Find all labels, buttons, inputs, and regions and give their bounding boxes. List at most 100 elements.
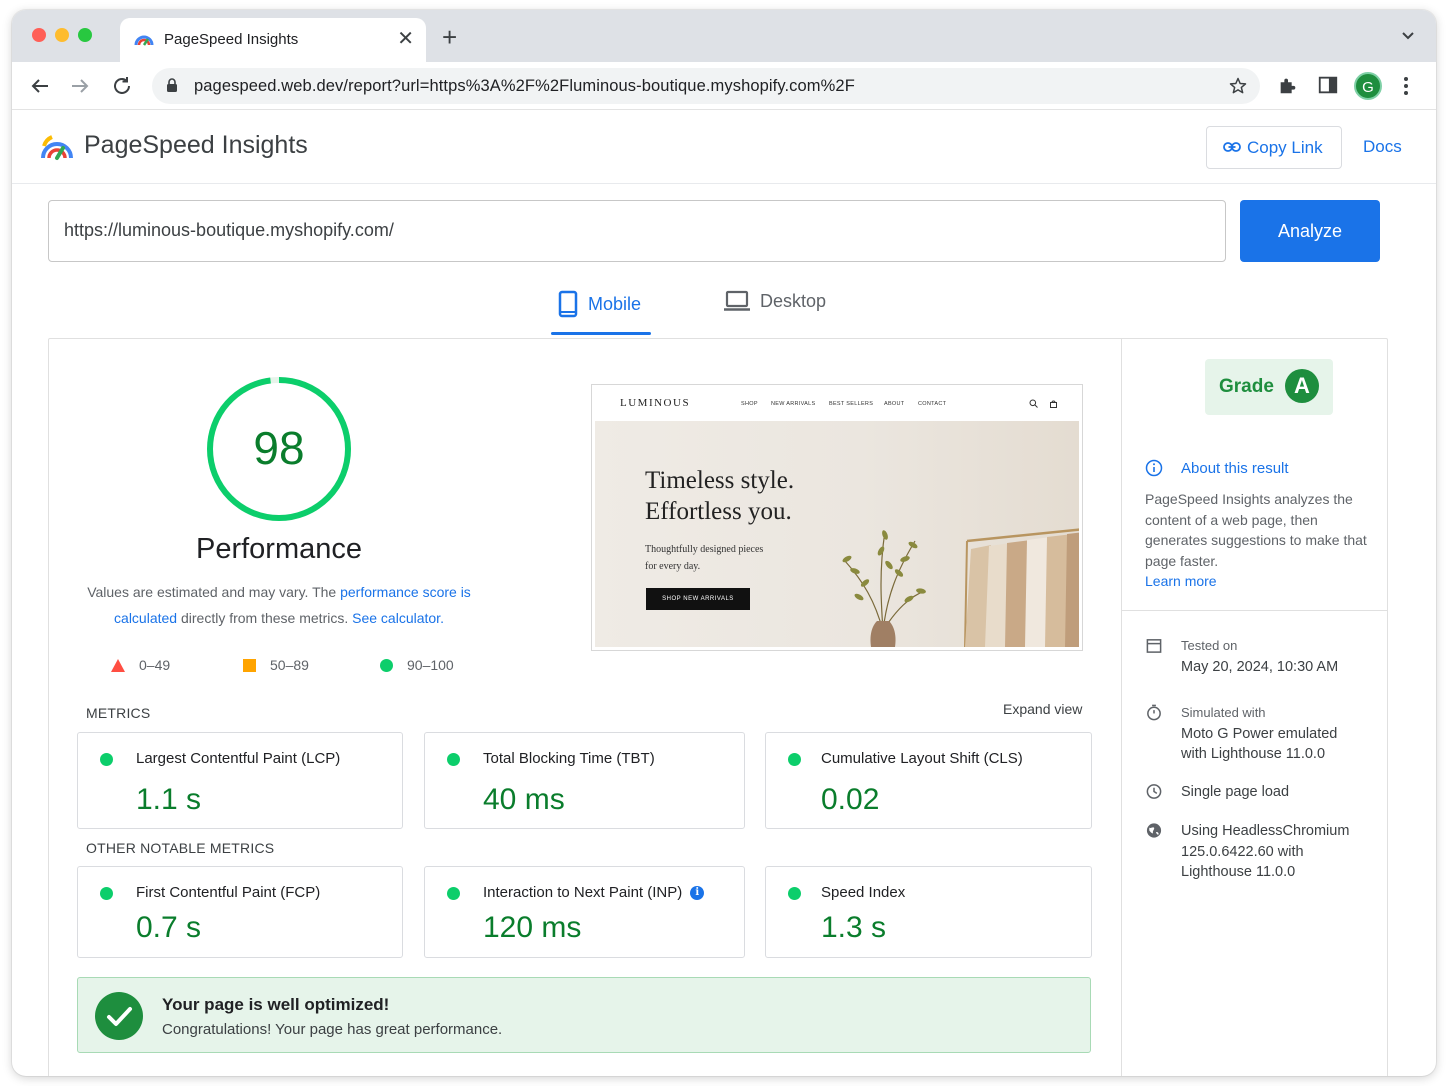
grade-letter: A — [1285, 369, 1319, 403]
chevron-down-icon[interactable] — [1400, 28, 1416, 44]
new-tab-icon[interactable]: + — [442, 24, 457, 50]
screenshot-menu-item: SHOP — [741, 401, 758, 407]
performance-label: Performance — [195, 533, 362, 565]
other-metrics-heading: OTHER NOTABLE METRICS — [86, 840, 275, 856]
maximize-window-button[interactable] — [78, 28, 92, 42]
learn-more-link[interactable]: Learn more — [1145, 571, 1373, 592]
green-circle-icon — [380, 658, 393, 672]
see-calculator-link[interactable]: See calculator. — [352, 610, 444, 626]
extensions-puzzle-icon[interactable] — [1277, 74, 1299, 96]
address-bar[interactable]: pagespeed.web.dev/report?url=https%3A%2F… — [152, 68, 1260, 104]
metric-card-fcp[interactable]: First Contentful Paint (FCP) 0.7 s — [77, 866, 403, 958]
screenshot-brand: LUMINOUS — [620, 397, 691, 409]
about-result-link[interactable]: About this result — [1145, 459, 1289, 477]
simulated-info: Simulated with Moto G Power emulated wit… — [1145, 703, 1375, 765]
tested-on-value: May 20, 2024, 10:30 AM — [1181, 658, 1339, 675]
metric-value: 0.7 s — [136, 911, 202, 944]
docs-link[interactable]: Docs — [1363, 137, 1402, 157]
active-tab-indicator — [551, 332, 651, 335]
about-text: PageSpeed Insights analyzes the content … — [1145, 491, 1367, 569]
metric-name-text: First Contentful Paint (FCP) — [136, 884, 321, 901]
profile-avatar[interactable]: G — [1354, 72, 1382, 100]
lock-icon[interactable] — [166, 78, 178, 93]
link-icon — [1223, 142, 1241, 152]
screenshot-bag-icon — [1050, 400, 1057, 408]
about-result-text: PageSpeed Insights analyzes the content … — [1145, 489, 1373, 592]
side-panel-icon[interactable] — [1317, 74, 1339, 96]
browser-tab[interactable]: PageSpeed Insights ✕ — [120, 18, 426, 62]
device-tabs: Mobile Desktop — [12, 282, 1436, 338]
metrics-heading: METRICS — [86, 705, 151, 721]
screenshot-search-icon — [1029, 399, 1038, 408]
status-good-dot — [447, 887, 460, 900]
metric-name-text: Speed Index — [821, 884, 906, 901]
info-icon[interactable]: i — [690, 885, 705, 900]
grade-label: Grade — [1219, 376, 1274, 397]
grade-badge: Grade A — [1205, 359, 1333, 415]
orange-square-icon — [243, 658, 256, 672]
sidebar-divider — [1121, 339, 1122, 1076]
info-circle-icon — [1145, 459, 1163, 477]
hero-headline-line-2: Effortless you. — [645, 498, 792, 525]
laptop-icon — [724, 290, 750, 311]
copy-link-button[interactable]: Copy Link — [1206, 126, 1342, 169]
load-type-value: Single page load — [1181, 784, 1290, 800]
status-good-dot — [100, 753, 113, 766]
page-screenshot: LUMINOUS SHOP NEW ARRIVALS BEST SELLERS … — [591, 384, 1083, 651]
psi-header: PageSpeed Insights Copy Link Docs — [12, 110, 1436, 184]
metric-value: 120 ms — [483, 911, 582, 944]
screenshot-menu-item: NEW ARRIVALS — [771, 401, 816, 407]
back-arrow-icon[interactable] — [28, 74, 52, 98]
metric-card-tbt[interactable]: Total Blocking Time (TBT) 40 ms — [424, 732, 745, 829]
tab-mobile[interactable]: Mobile — [558, 290, 641, 318]
load-type-info: Single page load — [1145, 782, 1289, 803]
tab-desktop[interactable]: Desktop — [724, 290, 826, 312]
address-url: pagespeed.web.dev/report?url=https%3A%2F… — [194, 77, 855, 95]
copy-link-label: Copy Link — [1247, 138, 1323, 157]
reload-icon[interactable] — [110, 74, 134, 98]
url-input-value: https://luminous-boutique.myshopify.com/ — [64, 220, 394, 240]
simulated-label: Simulated with — [1181, 705, 1266, 720]
note-text-2: directly from these metrics. — [177, 610, 353, 626]
red-triangle-icon — [111, 658, 125, 672]
hero-subtext-line-1: Thoughtfully designed pieces — [645, 544, 764, 555]
metric-value: 40 ms — [483, 783, 565, 816]
banner-subtitle: Congratulations! Your page has great per… — [162, 1021, 503, 1038]
tab-desktop-label: Desktop — [760, 290, 827, 311]
metric-card-inp[interactable]: Interaction to Next Paint (INP) i 120 ms — [424, 866, 745, 958]
metric-card-speed-index[interactable]: Speed Index 1.3 s — [765, 866, 1092, 958]
note-text-1: Values are estimated and may vary. The — [87, 584, 341, 600]
legend-average: 50–89 — [243, 657, 309, 673]
minimize-window-button[interactable] — [55, 28, 69, 42]
screenshot-menu-item: ABOUT — [884, 401, 905, 407]
metric-card-cls[interactable]: Cumulative Layout Shift (CLS) 0.02 — [765, 732, 1092, 829]
hero-cta-button: SHOP NEW ARRIVALS — [646, 588, 750, 610]
analyze-button[interactable]: Analyze — [1240, 200, 1380, 262]
page-title: PageSpeed Insights — [84, 131, 308, 159]
about-result-title: About this result — [1181, 459, 1289, 477]
forward-arrow-icon[interactable] — [68, 74, 92, 98]
metric-card-lcp[interactable]: Largest Contentful Paint (LCP) 1.1 s — [77, 732, 403, 829]
screenshot-nav: LUMINOUS SHOP NEW ARRIVALS BEST SELLERS … — [592, 385, 1082, 421]
sidebar-separator — [1122, 610, 1388, 611]
close-tab-icon[interactable]: ✕ — [397, 27, 414, 51]
hero-subtext: Thoughtfully designed pieces for every d… — [645, 541, 763, 575]
hero-subtext-line-2: for every day. — [645, 561, 701, 572]
status-good-dot — [788, 887, 801, 900]
score-note: Values are estimated and may vary. The p… — [79, 579, 479, 631]
expand-view-button[interactable]: Expand view — [1003, 701, 1082, 717]
legend-poor: 0–49 — [111, 657, 170, 673]
url-input[interactable]: https://luminous-boutique.myshopify.com/ — [48, 200, 1226, 262]
metric-name-text: Interaction to Next Paint (INP) — [483, 884, 683, 901]
banner-title: Your page is well optimized! — [162, 995, 390, 1014]
browser-window: PageSpeed Insights ✕ + pagespeed.web.dev… — [12, 10, 1436, 1076]
tested-on-label: Tested on — [1181, 638, 1238, 653]
hero-headline-line-1: Timeless style. — [645, 467, 795, 494]
more-vert-icon[interactable] — [1398, 74, 1414, 98]
metric-value: 1.1 s — [136, 783, 202, 816]
page-content: PageSpeed Insights Copy Link Docs https:… — [12, 110, 1436, 1076]
simulated-value: Moto G Power emulated with Lighthouse 11… — [1181, 725, 1338, 763]
hero-headline: Timeless style. Effortless you. — [645, 465, 794, 527]
close-window-button[interactable] — [32, 28, 46, 42]
bookmark-star-icon[interactable] — [1228, 76, 1248, 96]
